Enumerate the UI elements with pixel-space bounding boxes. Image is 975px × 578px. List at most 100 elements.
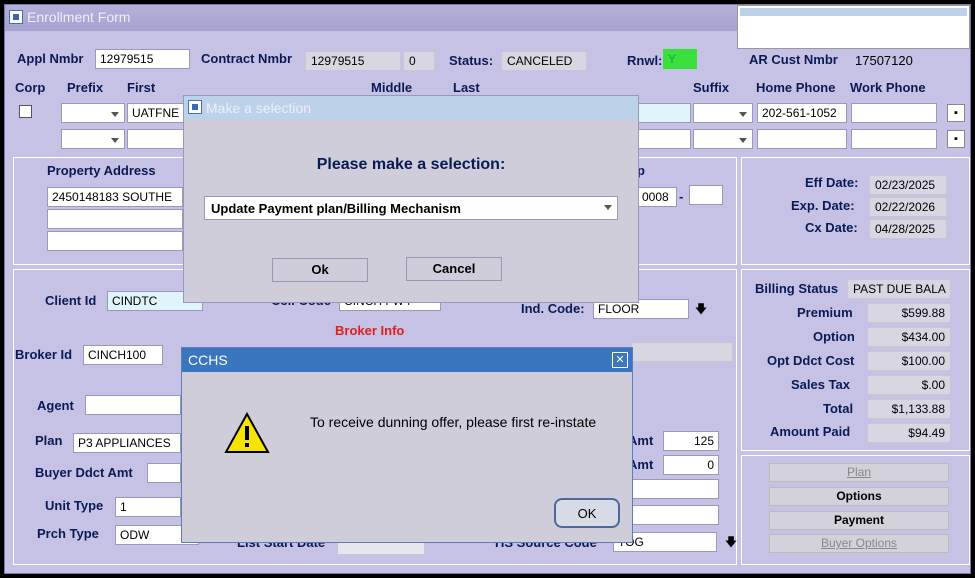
- extra-field-2[interactable]: [631, 505, 719, 525]
- options-button[interactable]: Options: [769, 487, 949, 506]
- dialog-app-icon: [188, 100, 202, 114]
- exp-date-label: Exp. Date:: [791, 198, 855, 213]
- selection-dialog-title-bar: Make a selection: [184, 96, 638, 120]
- cancel-button[interactable]: Cancel: [406, 257, 502, 281]
- home-phone-field[interactable]: 202-561-1052: [757, 103, 847, 123]
- close-icon[interactable]: ✕: [612, 352, 628, 368]
- sales-tax-field: $.00: [867, 375, 951, 395]
- broker-info-heading: Broker Info: [335, 323, 405, 338]
- enrollment-form-window: Enrollment Form Appl Nmbr 12979515 Contr…: [4, 4, 971, 574]
- premium-label: Premium: [797, 305, 853, 320]
- download-arrow-icon-2[interactable]: 🡇: [723, 534, 739, 550]
- ok-button[interactable]: Ok: [272, 258, 368, 282]
- unit-type-field[interactable]: 1: [115, 497, 181, 517]
- appl-nmbr-field[interactable]: 12979515: [95, 49, 190, 69]
- zip-ext-field[interactable]: [689, 185, 723, 205]
- property-address-line1[interactable]: 2450148183 SOUTHE: [47, 187, 183, 207]
- amount-paid-field: $94.49: [867, 423, 951, 443]
- background-window-fragment: [737, 5, 970, 49]
- unit-type-label: Unit Type: [45, 498, 104, 513]
- property-address-label: Property Address: [47, 163, 156, 178]
- prefix-label: Prefix: [67, 80, 104, 95]
- agent-label: Agent: [37, 398, 74, 413]
- extra-field-1[interactable]: [631, 479, 719, 499]
- last-name-field[interactable]: [637, 103, 691, 123]
- property-address-line3[interactable]: [47, 231, 183, 251]
- corp-checkbox[interactable]: [19, 105, 32, 118]
- total-field: $1,133.88: [867, 399, 951, 419]
- broker-id-field[interactable]: CINCH100: [83, 345, 163, 365]
- rnwl-label: Rnwl:: [627, 53, 663, 68]
- billing-status-label: Billing Status: [755, 281, 839, 296]
- status-field: CANCELED: [501, 51, 587, 71]
- appl-nmbr-label: Appl Nmbr: [17, 51, 84, 66]
- download-arrow-icon[interactable]: 🡇: [693, 301, 709, 317]
- last-label: Last: [453, 80, 480, 95]
- plan-field[interactable]: P3 APPLIANCES: [73, 433, 181, 453]
- plan-label: Plan: [35, 433, 63, 448]
- eff-date-field: 02/23/2025: [869, 175, 947, 195]
- alert-dialog-title-bar: CCHS ✕: [182, 348, 632, 372]
- ar-cust-value: 17507120: [855, 53, 913, 68]
- prefix-dropdown[interactable]: [61, 103, 125, 123]
- option-label: Option: [813, 329, 855, 344]
- opt-ddct-cost-label: Opt Ddct Cost: [767, 353, 855, 368]
- option-field: $434.00: [867, 327, 951, 347]
- selection-dropdown[interactable]: Update Payment plan/Billing Mechanism: [204, 196, 618, 220]
- app-icon: [9, 10, 23, 24]
- alert-dialog: CCHS ✕ To receive dunning offer, please …: [181, 347, 633, 543]
- plan-button[interactable]: Plan: [769, 463, 949, 482]
- amt-field-2[interactable]: 0: [663, 455, 719, 475]
- alert-ok-button[interactable]: OK: [554, 498, 620, 528]
- alert-dialog-title: CCHS: [188, 352, 228, 368]
- contract-nmbr-field: 12979515: [305, 51, 401, 71]
- middle-label: Middle: [371, 80, 413, 95]
- prch-type-label: Prch Type: [37, 526, 99, 541]
- home-phone-label: Home Phone: [756, 80, 836, 95]
- selection-prompt: Please make a selection:: [316, 156, 506, 173]
- eff-date-label: Eff Date:: [805, 175, 859, 190]
- prefix-dropdown-2[interactable]: [61, 129, 125, 149]
- work-phone-field-2[interactable]: [851, 129, 937, 149]
- corp-label: Corp: [15, 80, 46, 95]
- total-label: Total: [823, 401, 854, 416]
- buyer-ddct-label: Buyer Ddct Amt: [35, 465, 133, 480]
- broker-id-label: Broker Id: [15, 347, 73, 362]
- payment-button[interactable]: Payment: [769, 511, 949, 530]
- home-phone-field-2[interactable]: [757, 129, 847, 149]
- window-title: Enrollment Form: [27, 9, 131, 25]
- first-name-field-2[interactable]: [127, 129, 187, 149]
- suffix-label: Suffix: [693, 80, 730, 95]
- cx-date-label: Cx Date:: [805, 220, 858, 235]
- ar-cust-label: AR Cust Nmbr: [749, 52, 838, 67]
- amt-field-1[interactable]: 125: [663, 431, 719, 451]
- selection-dialog-title: Make a selection: [206, 100, 312, 116]
- contract-seq-field: 0: [403, 51, 435, 71]
- zip-field[interactable]: 0008: [637, 187, 677, 207]
- agent-field[interactable]: [85, 395, 181, 415]
- exp-date-field: 02/22/2026: [869, 197, 947, 217]
- ind-code-label: Ind. Code:: [521, 301, 585, 316]
- rnwl-field[interactable]: Y: [663, 49, 697, 69]
- lov-icon-2[interactable]: ▪: [947, 130, 965, 148]
- lov-icon[interactable]: ▪: [947, 104, 965, 122]
- alert-message: To receive dunning offer, please first r…: [310, 414, 597, 430]
- property-address-line2[interactable]: [47, 209, 183, 229]
- background-window-titlebar: [740, 8, 967, 16]
- last-name-field-2[interactable]: [637, 129, 691, 149]
- buyer-ddct-field[interactable]: [147, 463, 181, 483]
- billing-status-field: PAST DUE BALA: [847, 279, 951, 299]
- selection-dialog: Make a selection Please make a selection…: [183, 95, 639, 303]
- first-label: First: [127, 80, 156, 95]
- suffix-dropdown-2[interactable]: [693, 129, 753, 149]
- suffix-dropdown[interactable]: [693, 103, 753, 123]
- work-phone-field[interactable]: [851, 103, 937, 123]
- status-label: Status:: [449, 53, 494, 68]
- opt-ddct-cost-field: $100.00: [867, 351, 951, 371]
- first-name-field[interactable]: UATFNE: [127, 103, 187, 123]
- client-id-label: Client Id: [45, 293, 97, 308]
- contract-nmbr-label: Contract Nmbr: [201, 51, 293, 66]
- amount-paid-label: Amount Paid: [770, 424, 851, 439]
- warning-icon: [224, 412, 270, 453]
- buyer-options-button[interactable]: Buyer Options: [769, 534, 949, 553]
